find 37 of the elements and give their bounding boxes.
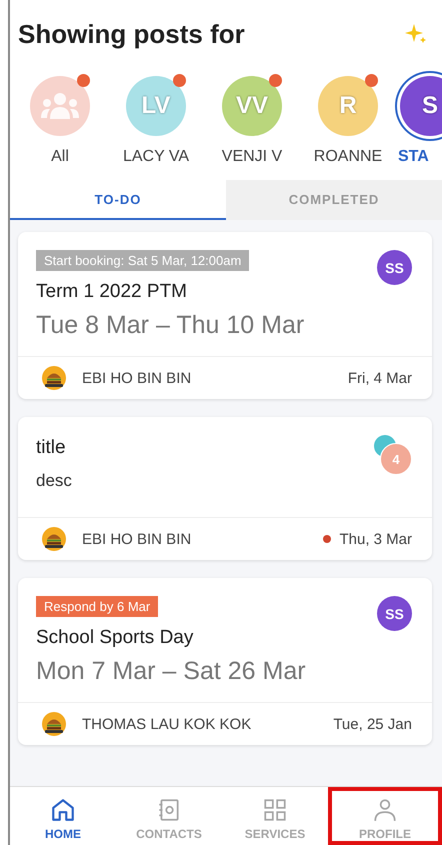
burger-logo-icon bbox=[42, 366, 66, 390]
profile-selector[interactable]: R ROANNE bbox=[302, 74, 394, 172]
recipient-avatar: SS bbox=[377, 596, 412, 631]
post-title: School Sports Day bbox=[36, 627, 194, 649]
post-dates: Tue 8 Mar – Thu 10 Mar bbox=[36, 311, 304, 340]
sender-name: EBI HO BIN BIN bbox=[82, 370, 192, 386]
post-date: Tue, 25 Jan bbox=[333, 716, 412, 732]
post-dates: Mon 7 Mar – Sat 26 Mar bbox=[36, 657, 306, 686]
avatar-initials: LV bbox=[142, 92, 170, 120]
people-icon bbox=[40, 91, 80, 121]
status-badge: Start booking: Sat 5 Mar, 12:00am bbox=[36, 250, 250, 271]
post-title: title bbox=[36, 437, 66, 459]
post-description: desc bbox=[36, 471, 72, 491]
grid-icon bbox=[262, 797, 288, 823]
post-card[interactable]: Start booking: Sat 5 Mar, 12:00am Term 1 2022 PTM Tue 8 Mar – Thu 10 Mar SS EBI HO BIN BIN Fri, 4 Mar bbox=[18, 232, 432, 399]
status-badge: Respond by 6 Mar bbox=[36, 596, 158, 617]
profile-selector[interactable]: S STA bbox=[398, 74, 442, 172]
home-icon bbox=[50, 797, 76, 823]
person-icon bbox=[372, 797, 398, 823]
sender-name: EBI HO BIN BIN bbox=[82, 530, 192, 548]
profile-selector[interactable]: VV VENJI V bbox=[206, 74, 298, 172]
post-card[interactable]: title desc 4 EBI HO BIN BIN Thu, 3 Mar bbox=[18, 417, 432, 560]
post-date: Fri, 4 Mar bbox=[348, 370, 412, 386]
recipient-avatar: SS bbox=[377, 250, 412, 285]
profile-selector[interactable]: All bbox=[14, 74, 106, 172]
profile-selector[interactable]: LV LACY VA bbox=[110, 74, 202, 172]
burger-logo-icon bbox=[42, 527, 66, 551]
avatar-initials: S bbox=[422, 92, 438, 120]
post-title: Term 1 2022 PTM bbox=[36, 281, 187, 303]
avatar-initials: R bbox=[339, 92, 357, 120]
recipient-count: 4 bbox=[380, 443, 412, 475]
sender-name: THOMAS LAU KOK KOK bbox=[82, 716, 252, 732]
avatar-initials: VV bbox=[236, 92, 268, 120]
post-date: Thu, 3 Mar bbox=[339, 530, 412, 548]
burger-logo-icon bbox=[42, 712, 66, 736]
page-title: Showing posts for bbox=[18, 18, 245, 50]
post-card[interactable]: Respond by 6 Mar School Sports Day Mon 7 Mar – Sat 26 Mar SS THOMAS LAU KOK KOK Tue, 25 Jan bbox=[18, 578, 432, 745]
